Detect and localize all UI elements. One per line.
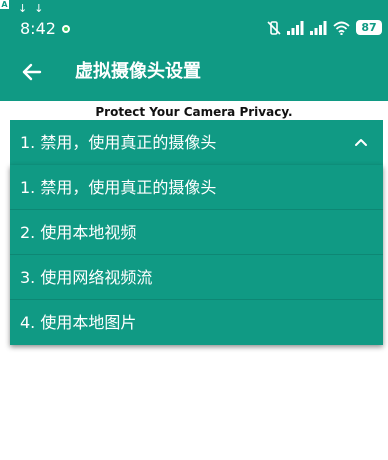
battery-icon: 87: [356, 20, 382, 35]
status-icons: 87: [267, 20, 382, 35]
arrow-left-icon[interactable]: [18, 58, 46, 86]
camera-mode-dropdown-menu: 1. 禁用，使用真正的摄像头 2. 使用本地视频 3. 使用网络视频流 4. 使…: [10, 165, 383, 345]
wifi-icon: [333, 21, 350, 35]
shield-icon: [62, 25, 70, 33]
signal-icon: [287, 20, 304, 35]
status-time: 8:42: [20, 19, 56, 38]
option-use-local-image[interactable]: 4. 使用本地图片: [10, 300, 383, 345]
mute-vibrate-icon: [267, 20, 281, 35]
signal-icon: [310, 20, 327, 35]
download-arrows-icon: ↓↓: [18, 2, 51, 15]
option-use-local-video[interactable]: 2. 使用本地视频: [10, 210, 383, 255]
status-bar: A ↓↓ 8:42 87: [0, 0, 388, 44]
option-use-network-stream[interactable]: 3. 使用网络视频流: [10, 255, 383, 300]
chevron-up-icon: [355, 139, 367, 146]
camera-mode-select[interactable]: 1. 禁用，使用真正的摄像头: [10, 120, 383, 165]
option-disable-use-real-camera[interactable]: 1. 禁用，使用真正的摄像头: [10, 165, 383, 210]
app-bar: 虚拟摄像头设置: [0, 44, 388, 101]
selected-value: 1. 禁用，使用真正的摄像头: [20, 133, 217, 152]
notification-badge: A: [0, 0, 9, 9]
privacy-banner: Protect Your Camera Privacy.: [95, 105, 293, 119]
page-title: 虚拟摄像头设置: [75, 61, 201, 82]
